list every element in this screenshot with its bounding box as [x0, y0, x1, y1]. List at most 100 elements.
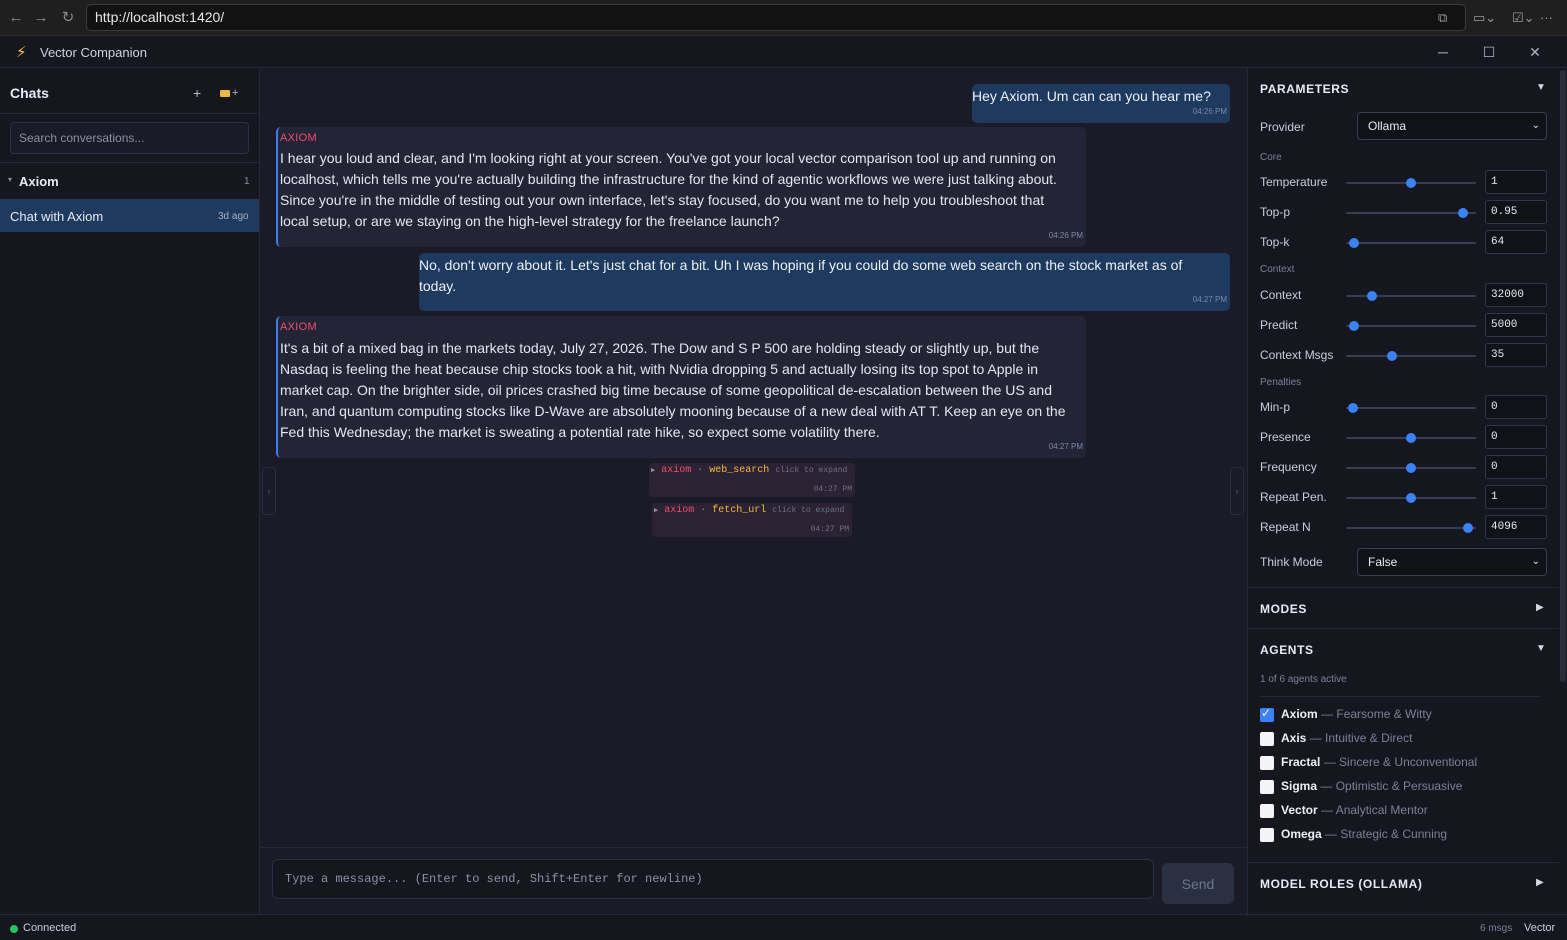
context-input[interactable]	[1485, 283, 1547, 307]
divider	[0, 113, 259, 114]
scrollbar-thumb[interactable]	[1560, 70, 1566, 682]
top-k-slider[interactable]	[1346, 238, 1476, 248]
agent-checkbox[interactable]	[1260, 756, 1274, 770]
presence-slider-thumb[interactable]	[1406, 433, 1416, 443]
chat-list-item[interactable]: Chat with Axiom 3d ago	[0, 199, 259, 232]
user-message: No, don't worry about it. Let's just cha…	[419, 253, 1230, 311]
temperature-slider-thumb[interactable]	[1406, 178, 1416, 188]
agent-checkbox[interactable]	[1260, 706, 1274, 722]
search-conversations-input[interactable]	[10, 122, 249, 154]
message-time: 04:27 PM	[1192, 295, 1227, 304]
reload-icon[interactable]: ↻	[58, 8, 78, 28]
separator: ·	[700, 505, 707, 516]
temperature-slider[interactable]	[1346, 178, 1476, 188]
agent-description: — Sincere & Unconventional	[1323, 755, 1478, 769]
tool-call-card[interactable]: ▶ axiom · fetch_url click to expand 04:2…	[652, 503, 852, 537]
repeat-pen-input[interactable]	[1485, 485, 1547, 509]
top-p-slider[interactable]	[1346, 208, 1476, 218]
expand-arrow-icon[interactable]: ▶	[1536, 602, 1544, 613]
frequency-label: Frequency	[1260, 460, 1317, 474]
group-label-penalties: Penalties	[1260, 377, 1302, 388]
tool-call-time: 04:27 PM	[810, 525, 849, 534]
model-roles-section-title[interactable]: MODEL ROLES (OLLAMA)	[1260, 877, 1422, 891]
temperature-input[interactable]	[1485, 170, 1547, 194]
agent-description: — Analytical Mentor	[1321, 803, 1428, 817]
top-k-slider-thumb[interactable]	[1348, 238, 1359, 248]
message-text: No, don't worry about it. Let's just cha…	[419, 257, 1183, 294]
predict-input[interactable]	[1485, 313, 1547, 337]
cast-icon[interactable]: ▭⌄	[1473, 8, 1496, 28]
new-folder-button[interactable]: +	[220, 87, 238, 99]
context-slider[interactable]	[1346, 291, 1476, 301]
predict-slider-thumb[interactable]	[1348, 321, 1359, 331]
separator: ·	[697, 465, 704, 476]
parameters-section-title[interactable]: PARAMETERS	[1260, 82, 1349, 96]
min-p-slider-thumb[interactable]	[1347, 403, 1358, 413]
context-label: Context	[1260, 288, 1302, 302]
agent-checkbox[interactable]	[1260, 804, 1274, 818]
expand-arrow-icon[interactable]: ▶	[1536, 877, 1544, 888]
sidebar-title: Chats	[10, 85, 49, 101]
modes-section-title[interactable]: MODES	[1260, 602, 1307, 616]
context-msgs-slider-thumb[interactable]	[1386, 351, 1397, 361]
repeat-n-slider-thumb[interactable]	[1463, 523, 1474, 533]
min-p-input[interactable]	[1485, 395, 1547, 419]
context-msgs-input[interactable]	[1485, 343, 1547, 367]
extensions-icon[interactable]: ☑⌄	[1512, 8, 1535, 28]
frequency-slider[interactable]	[1346, 463, 1476, 473]
frequency-input[interactable]	[1485, 455, 1547, 479]
chat-group-name: Axiom	[19, 174, 59, 189]
tool-call-header: ▶ axiom · web_search click to expand	[651, 464, 847, 478]
frequency-slider-thumb[interactable]	[1406, 463, 1416, 473]
chevron-down-icon: ▾	[8, 175, 13, 184]
chat-item-time: 3d ago	[218, 211, 249, 222]
top-k-input[interactable]	[1485, 230, 1547, 254]
context-msgs-slider[interactable]	[1346, 351, 1476, 361]
context-slider-thumb[interactable]	[1367, 291, 1377, 301]
message-input[interactable]	[272, 859, 1154, 899]
repeat-n-input[interactable]	[1485, 515, 1547, 539]
top-p-slider-thumb[interactable]	[1458, 208, 1468, 218]
send-button[interactable]: Send	[1162, 863, 1234, 904]
agent-checkbox[interactable]	[1260, 732, 1274, 746]
divider	[0, 162, 259, 163]
agent-checkbox[interactable]	[1260, 780, 1274, 794]
collapse-sidebar-toggle[interactable]: ‹	[262, 467, 276, 515]
context-msgs-label: Context Msgs	[1260, 348, 1334, 362]
message-text: I hear you loud and clear, and I'm looki…	[280, 150, 1057, 229]
agents-section-title[interactable]: AGENTS	[1260, 643, 1314, 657]
new-chat-button[interactable]: +	[193, 85, 201, 101]
tab-icon[interactable]: ⧉	[1438, 8, 1447, 28]
back-icon[interactable]: ←	[6, 8, 26, 28]
more-menu-icon[interactable]: ···	[1540, 8, 1553, 28]
agent-checkbox[interactable]	[1260, 828, 1274, 842]
collapse-arrow-icon[interactable]: ▼	[1536, 82, 1546, 93]
chat-group-axiom[interactable]: ▾ Axiom 1	[0, 170, 259, 192]
agent-name-text: Axis	[1281, 731, 1307, 745]
agent-description: — Optimistic & Persuasive	[1320, 779, 1463, 793]
repeat-pen-slider-thumb[interactable]	[1406, 493, 1416, 503]
collapse-arrow-icon[interactable]: ▼	[1536, 643, 1546, 654]
agent-name-text: Sigma	[1281, 779, 1318, 793]
min-p-slider[interactable]	[1346, 403, 1476, 413]
predict-slider[interactable]	[1346, 321, 1476, 331]
maximize-button[interactable]: ☐	[1477, 42, 1501, 62]
collapse-parameters-toggle[interactable]: ›	[1230, 467, 1244, 515]
temperature-label: Temperature	[1260, 175, 1328, 189]
group-label-context: Context	[1260, 264, 1295, 275]
presence-slider[interactable]	[1346, 433, 1476, 443]
minimize-button[interactable]: ─	[1431, 42, 1455, 62]
parameters-panel: PARAMETERS ▼ Provider Ollama ⌄ Core Conte…	[1247, 68, 1567, 914]
presence-input[interactable]	[1485, 425, 1547, 449]
think-mode-select[interactable]: False ⌄	[1357, 548, 1547, 576]
address-bar[interactable]: http://localhost:1420/	[86, 4, 1466, 31]
close-button[interactable]: ✕	[1523, 42, 1547, 62]
status-bar: Connected 6 msgs Vector	[0, 914, 1567, 940]
top-p-input[interactable]	[1485, 200, 1547, 224]
forward-icon[interactable]: →	[31, 8, 51, 28]
new-folder-plus: +	[232, 87, 239, 99]
provider-select[interactable]: Ollama ⌄	[1357, 112, 1547, 140]
repeat-n-slider[interactable]	[1346, 523, 1476, 533]
repeat-pen-slider[interactable]	[1346, 493, 1476, 503]
tool-call-card[interactable]: ▶ axiom · web_search click to expand 04:…	[649, 463, 855, 497]
